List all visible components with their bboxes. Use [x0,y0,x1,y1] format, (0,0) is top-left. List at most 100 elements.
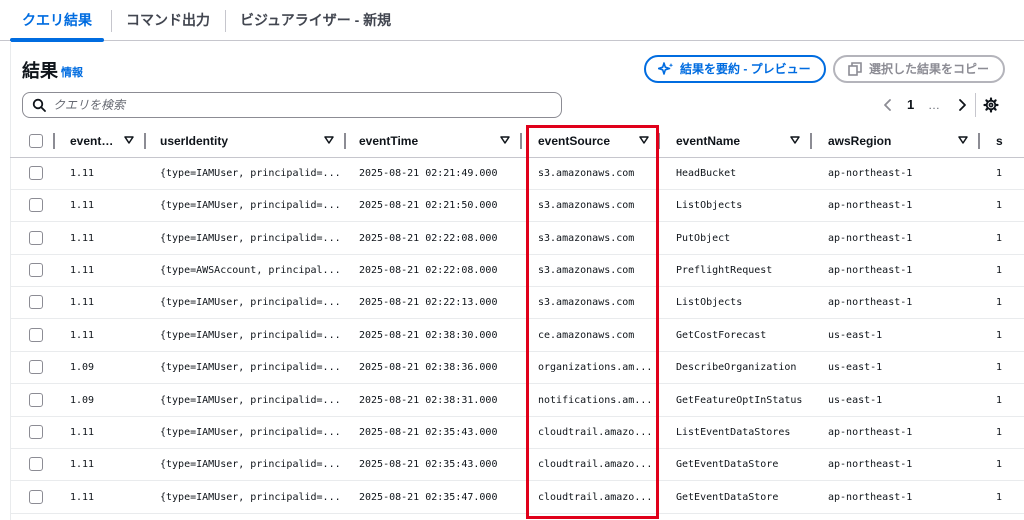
summarize-results-button[interactable]: 結果を要約 - プレビュー [644,55,826,83]
search-icon [32,98,46,112]
table-settings-button[interactable] [983,97,999,113]
cell-truncated: 1 [996,297,1003,308]
cell-eventname: ListObjects [676,200,743,211]
chevron-right-icon [959,99,966,111]
tab-divider [225,10,226,32]
cell-useridentity: {type=IAMUser, principalid=... [160,168,340,179]
pagination-current-page[interactable]: 1 [907,96,914,114]
caret-down-icon[interactable] [324,136,334,144]
table-row[interactable]: 1.11 {type=IAMUser, principalid=... 2025… [10,320,1024,352]
column-header-awsregion[interactable]: awsRegion [828,125,948,157]
cell-eventname: HeadBucket [676,168,737,179]
column-header-truncated[interactable]: s [996,125,1016,157]
cell-useridentity: {type=IAMUser, principalid=... [160,233,340,244]
cell-eventtime: 2025-08-21 02:21:50.000 [359,200,498,211]
row-checkbox[interactable] [29,166,43,180]
cell-eventsource: ce.amazonaws.com [538,330,635,341]
table-row[interactable]: 1.11 {type=IAMUser, principalid=... 2025… [10,449,1024,481]
cell-eventsource: organizations.am... [538,362,653,373]
cell-eventname: DescribeOrganization [676,362,797,373]
cell-useridentity: {type=IAMUser, principalid=... [160,200,340,211]
cell-eventtime: 2025-08-21 02:21:49.000 [359,168,498,179]
cell-eventversion: 1.11 [70,492,95,503]
caret-down-icon[interactable] [639,136,649,144]
page-title: 結果 [22,61,58,81]
info-link[interactable]: 情報 [61,64,83,80]
pagination-next-button[interactable] [955,96,969,114]
table-row[interactable]: 1.09 {type=IAMUser, principalid=... 2025… [10,352,1024,384]
column-header-eventtime[interactable]: eventTime [359,125,489,157]
tab-visualizer[interactable]: ビジュアライザー - 新規 [240,0,391,41]
pagination-ellipsis: … [928,98,940,112]
cell-eventversion: 1.09 [70,362,95,373]
table-row[interactable]: 1.11 {type=IAMUser, principalid=... 2025… [10,190,1024,222]
cell-eventtime: 2025-08-21 02:22:13.000 [359,297,498,308]
copy-selected-button[interactable]: 選択した結果をコピー [833,55,1005,83]
cell-eventsource: cloudtrail.amazo... [538,427,653,438]
cell-eventname: GetFeatureOptInStatus [676,395,803,406]
table-row[interactable]: 1.11 {type=IAMUser, principalid=... 2025… [10,417,1024,449]
table-header-row: event… userIdentity eventTime eventSourc… [10,125,1024,158]
caret-down-icon[interactable] [790,136,800,144]
copy-icon [848,62,862,76]
row-checkbox[interactable] [29,425,43,439]
table-row[interactable]: 1.11 {type=IAMUser, principalid=... 2025… [10,287,1024,319]
cell-truncated: 1 [996,395,1003,406]
tab-query-results[interactable]: クエリ結果 [10,0,104,42]
table-row[interactable]: 1.11 {type=IAMUser, principalid=... 2025… [10,158,1024,190]
tab-bar: クエリ結果 コマンド出力 ビジュアライザー - 新規 [0,0,1024,42]
tab-command-output[interactable]: コマンド出力 [126,0,210,41]
cell-eventtime: 2025-08-21 02:38:30.000 [359,330,498,341]
column-header-eventversion[interactable]: event… [70,125,120,157]
summarize-results-label: 結果を要約 - プレビュー [680,62,811,76]
column-divider [978,133,980,149]
search-input[interactable] [53,96,553,114]
cell-awsregion: ap-northeast-1 [828,459,913,470]
cell-truncated: 1 [996,265,1003,276]
cell-awsregion: ap-northeast-1 [828,297,913,308]
cell-awsregion: ap-northeast-1 [828,233,913,244]
caret-down-icon[interactable] [124,136,134,144]
row-checkbox[interactable] [29,328,43,342]
cell-eventname: PreflightRequest [676,265,773,276]
caret-down-icon[interactable] [500,136,510,144]
cell-eventname: PutObject [676,233,731,244]
cell-eventsource: s3.amazonaws.com [538,200,635,211]
table-row[interactable]: 1.11 {type=IAMUser, principalid=... 2025… [10,482,1024,514]
row-checkbox[interactable] [29,295,43,309]
cell-eventtime: 2025-08-21 02:22:08.000 [359,233,498,244]
cell-awsregion: ap-northeast-1 [828,427,913,438]
cell-truncated: 1 [996,330,1003,341]
cell-awsregion: ap-northeast-1 [828,168,913,179]
column-header-eventname[interactable]: eventName [676,125,786,157]
cell-useridentity: {type=IAMUser, principalid=... [160,427,340,438]
pagination-prev-button[interactable] [881,96,895,114]
column-header-useridentity[interactable]: userIdentity [160,125,310,157]
cell-eventversion: 1.11 [70,459,95,470]
caret-down-icon[interactable] [958,136,968,144]
cell-awsregion: us-east-1 [828,395,883,406]
row-checkbox[interactable] [29,393,43,407]
cell-eventversion: 1.11 [70,297,95,308]
row-checkbox[interactable] [29,457,43,471]
cell-eventname: ListObjects [676,297,743,308]
row-checkbox[interactable] [29,263,43,277]
table-row[interactable]: 1.11 {type=AWSAccount, principal... 2025… [10,255,1024,287]
cell-eventversion: 1.11 [70,200,95,211]
column-header-eventsource[interactable]: eventSource [538,125,638,157]
row-checkbox[interactable] [29,231,43,245]
cell-truncated: 1 [996,168,1003,179]
column-divider [520,133,522,149]
row-checkbox[interactable] [29,360,43,374]
table-row[interactable]: 1.11 {type=IAMUser, principalid=... 2025… [10,223,1024,255]
cell-eventsource: cloudtrail.amazo... [538,459,653,470]
cell-useridentity: {type=IAMUser, principalid=... [160,330,340,341]
column-divider [344,133,346,149]
cell-useridentity: {type=IAMUser, principalid=... [160,492,340,503]
cell-truncated: 1 [996,492,1003,503]
row-checkbox[interactable] [29,490,43,504]
select-all-checkbox[interactable] [29,134,43,148]
table-row[interactable]: 1.09 {type=IAMUser, principalid=... 2025… [10,385,1024,417]
row-checkbox[interactable] [29,198,43,212]
cell-eventsource: s3.amazonaws.com [538,168,635,179]
